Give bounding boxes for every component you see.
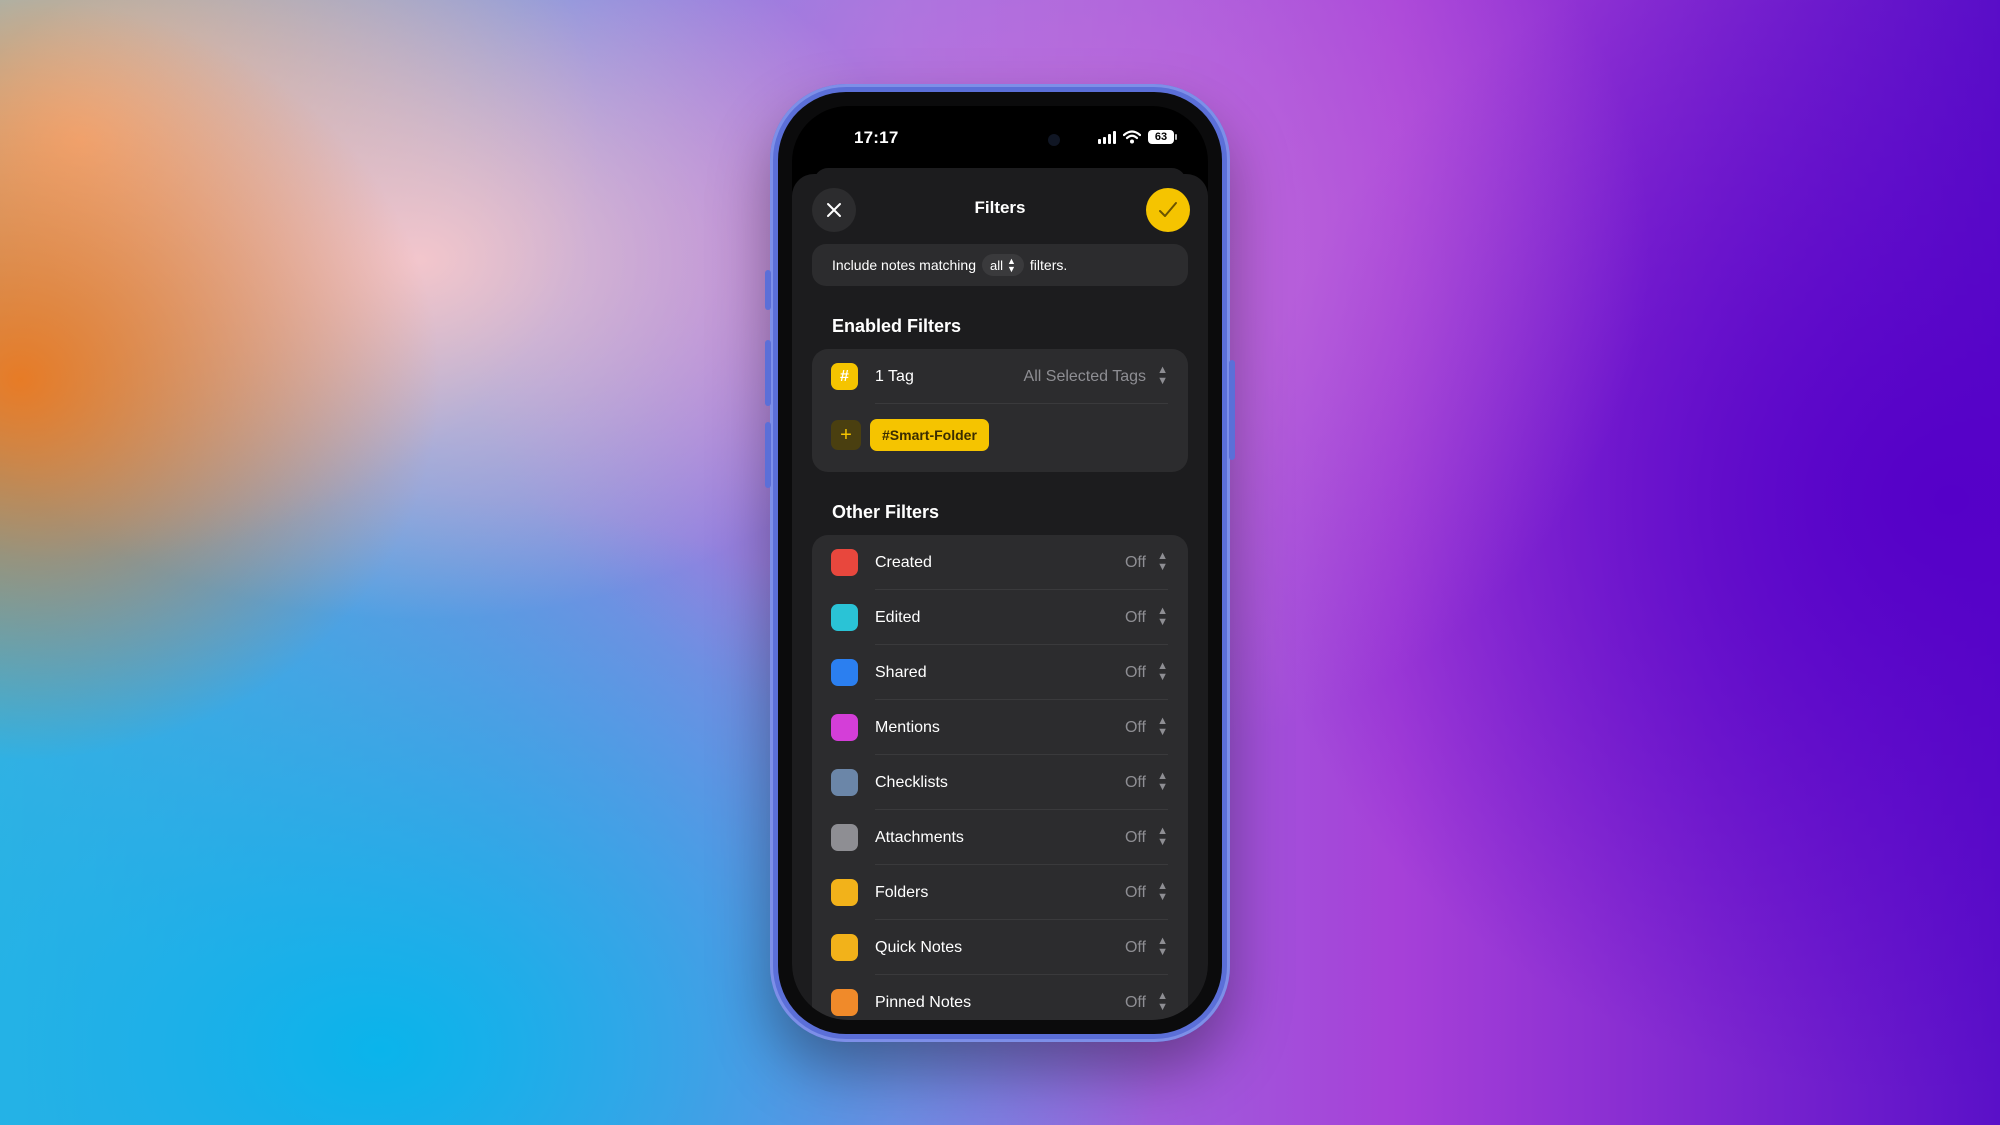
chevron-up-down-icon: ▲ ▼ [1157,550,1168,573]
other-filters-heading: Other Filters [832,502,940,522]
match-prefix: Include notes matching [832,257,976,273]
filter-row-checklists[interactable]: Checklists Off ▲ ▼ [812,755,1188,810]
chevron-up-down-icon: ▲ ▼ [1157,825,1168,848]
filter-value: Off [1124,773,1146,791]
enabled-filters-card: # 1 Tag All Selected Tags ▲ ▼ + #Smart-Fo… [812,349,1188,472]
phone-frame: 17:17 63 Filters Include notes matching … [765,84,1235,1042]
filter-row-created[interactable]: Created Off ▲ ▼ [812,535,1188,590]
chevron-up-down-icon: ▲ ▼ [1157,715,1168,738]
pin-icon [831,989,858,1016]
match-mode-selector[interactable]: all ▲ ▼ [981,254,1024,276]
filter-label: Attachments [875,828,964,846]
wifi-icon [1123,130,1141,144]
sheet-header: Filters [792,174,1208,244]
tag-filter-label: 1 Tag [875,367,914,385]
chevron-up-down-icon: ▲ ▼ [1157,660,1168,683]
filter-value: Off [1124,663,1146,681]
status-bar: 17:17 63 [792,106,1208,176]
filter-label: Created [875,553,932,571]
filter-value: Off [1124,553,1146,571]
chevron-up-down-icon: ▲ ▼ [1157,935,1168,958]
chevron-up-down-icon: ▲ ▼ [1157,364,1168,387]
match-mode-label: all [989,257,1003,273]
status-time: 17:17 [854,128,899,147]
chevron-up-down-icon: ▲ ▼ [1007,256,1016,274]
other-filters-card: Created Off ▲ ▼ Edited Off ▲ ▼ Shared Off ▲ ▼ Mentio… [812,535,1188,1020]
tag-chips-row: + #Smart-Folder [812,404,1188,472]
action-button [765,270,771,310]
filter-value: Off [1124,993,1146,1011]
calendar-icon [831,549,858,576]
tag-filter-row[interactable]: # 1 Tag All Selected Tags ▲ ▼ [812,349,1188,404]
filter-row-quick-notes[interactable]: Quick Notes Off ▲ ▼ [812,920,1188,975]
tag-filter-value: All Selected Tags [1023,367,1146,385]
filter-value: Off [1124,608,1146,626]
filter-label: Quick Notes [875,938,963,956]
chevron-up-down-icon: ▲ ▼ [1157,770,1168,793]
filter-label: Shared [875,663,927,681]
match-suffix: filters. [1029,257,1068,273]
status-icons: 63 [1098,130,1177,144]
filter-row-pinned-notes[interactable]: Pinned Notes Off ▲ ▼ [812,975,1188,1020]
match-bar: Include notes matching all ▲ ▼ filters. [812,244,1188,286]
hashtag-icon: # [831,363,858,390]
power-button [1229,360,1235,460]
add-tag-button[interactable]: + [831,420,861,450]
chevron-up-down-icon: ▲ ▼ [1157,990,1168,1013]
chevron-up-down-icon: ▲ ▼ [1157,880,1168,903]
volume-up-button [765,340,771,406]
filter-label: Checklists [875,773,948,791]
filter-label: Mentions [875,718,940,736]
enabled-filters-heading: Enabled Filters [832,316,962,336]
filter-label: Folders [875,883,929,901]
tag-chip[interactable]: #Smart-Folder [870,419,989,451]
plus-icon: + [840,423,852,446]
battery-icon: 63 [1148,130,1177,144]
filter-value: Off [1124,883,1146,901]
bezel: 17:17 63 Filters Include notes matching … [778,92,1222,1034]
filter-value: Off [1124,718,1146,736]
filter-label: Edited [875,608,921,626]
filter-row-folders[interactable]: Folders Off ▲ ▼ [812,865,1188,920]
filter-row-edited[interactable]: Edited Off ▲ ▼ [812,590,1188,645]
checkmark-icon [1159,202,1177,217]
pencil-icon [831,604,858,631]
filter-row-shared[interactable]: Shared Off ▲ ▼ [812,645,1188,700]
folder-icon [831,879,858,906]
filter-value: Off [1124,828,1146,846]
done-button[interactable] [1146,188,1190,232]
camera-icon [1048,134,1060,146]
filter-label: Pinned Notes [875,993,972,1011]
screen: 17:17 63 Filters Include notes matching … [792,106,1208,1020]
quick-note-icon [831,934,858,961]
filter-row-mentions[interactable]: Mentions Off ▲ ▼ [812,700,1188,755]
filter-value: Off [1124,938,1146,956]
chevron-up-down-icon: ▲ ▼ [1157,605,1168,628]
filter-row-attachments[interactable]: Attachments Off ▲ ▼ [812,810,1188,865]
volume-down-button [765,422,771,488]
at-sign-icon [831,714,858,741]
paperclip-icon [831,824,858,851]
checklist-icon [831,769,858,796]
shared-person-icon [831,659,858,686]
cellular-signal-icon [1098,130,1116,144]
filters-sheet: Filters Include notes matching all ▲ ▼ fi… [792,174,1208,1020]
